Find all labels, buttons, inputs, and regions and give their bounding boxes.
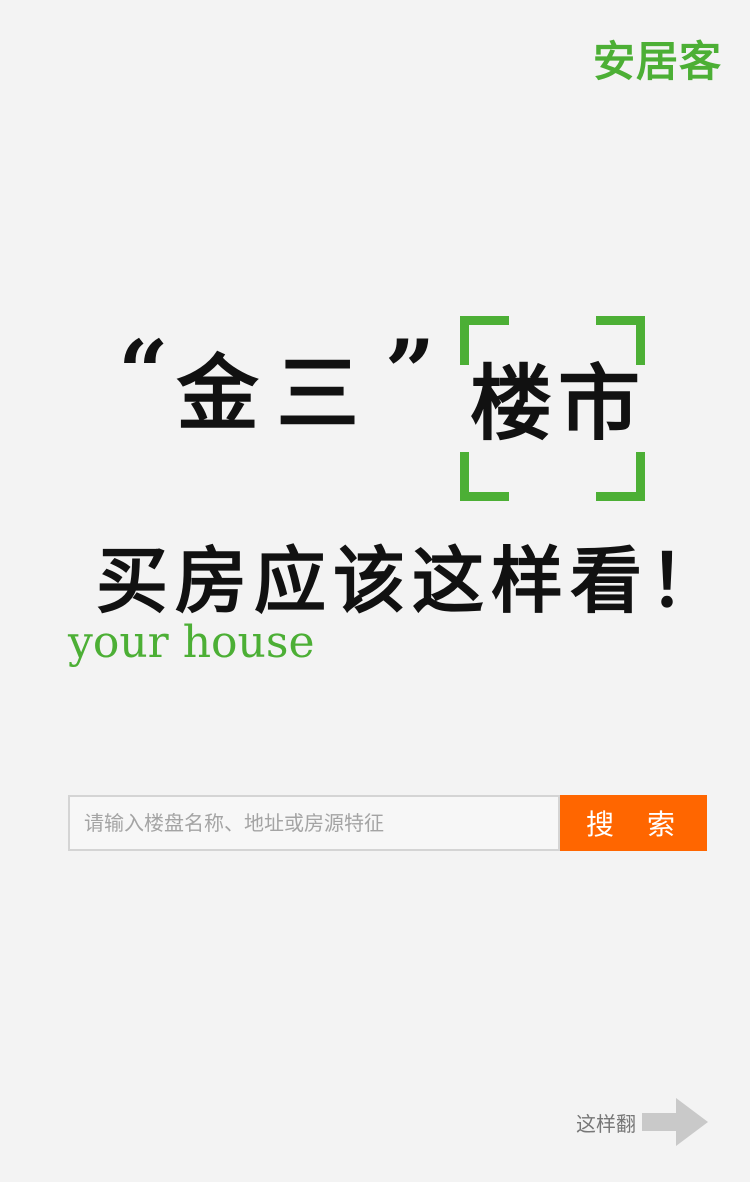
arrow-right-icon (642, 1098, 708, 1146)
quote-close: ” (384, 320, 436, 424)
logo: 安居客 (592, 37, 722, 86)
headline-subtitle: 买房应该这样看！ (96, 538, 729, 623)
bracket-corner-bottom-right (596, 452, 645, 501)
headline-line-1: “ 金三 ” (118, 328, 435, 442)
your-house-text: your house (68, 617, 315, 668)
search-bar: 搜 索 (68, 795, 707, 851)
search-input[interactable] (68, 795, 560, 851)
swipe-text: 这样翻 (576, 1111, 636, 1136)
swipe-hint: 这样翻 (576, 1098, 708, 1146)
headline-market: 楼市 (470, 356, 647, 452)
quote-open: “ (118, 320, 169, 424)
bracket-corner-bottom-left (460, 452, 509, 501)
search-button[interactable]: 搜 索 (560, 795, 707, 851)
headline-gold-three: 金三 (176, 346, 377, 442)
